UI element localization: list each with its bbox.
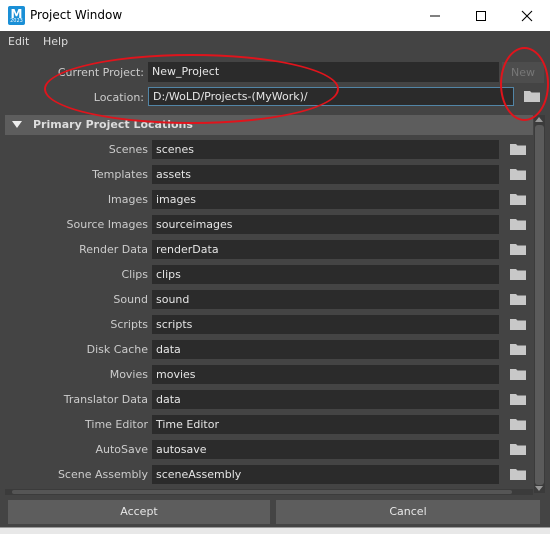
location-path-field[interactable]: Time Editor	[152, 415, 499, 434]
title-bar: M 2023 Project Window	[0, 0, 550, 31]
horizontal-scrollbar-thumb[interactable]	[12, 490, 512, 494]
section-title: Primary Project Locations	[33, 118, 193, 131]
location-path-field[interactable]: images	[152, 190, 499, 209]
current-project-label: Current Project:	[57, 66, 144, 79]
collapse-triangle-icon[interactable]	[12, 121, 22, 128]
location-label: Scene Assembly	[57, 468, 148, 481]
scroll-up-arrow-icon[interactable]	[535, 117, 543, 122]
scroll-down-arrow-icon[interactable]	[535, 486, 543, 491]
location-path-field[interactable]: sourceimages	[152, 215, 499, 234]
folder-icon[interactable]	[510, 268, 526, 280]
location-label: Movies	[109, 368, 148, 381]
location-path-field[interactable]: scripts	[152, 315, 499, 334]
location-path-field[interactable]: data	[152, 340, 499, 359]
location-label: Source Images	[66, 218, 148, 231]
location-label: Disk Cache	[86, 343, 148, 356]
app-icon-version: 2023	[10, 18, 23, 24]
location-path-field[interactable]: autosave	[152, 440, 499, 459]
folder-icon[interactable]	[510, 318, 526, 330]
maximize-icon	[476, 10, 486, 21]
location-label: Scripts	[110, 318, 148, 331]
location-label: AutoSave	[95, 443, 148, 456]
location-label: Render Data	[79, 243, 148, 256]
folder-icon[interactable]	[510, 143, 526, 155]
menu-edit[interactable]: Edit	[8, 35, 29, 48]
folder-icon[interactable]	[510, 343, 526, 355]
location-path-field[interactable]: assets	[152, 165, 499, 184]
location-path-field[interactable]: scenes	[152, 140, 499, 159]
window-title: Project Window	[30, 8, 123, 22]
annotation-ellipse-new	[500, 47, 549, 121]
folder-icon[interactable]	[510, 468, 526, 480]
close-button[interactable]	[504, 0, 550, 31]
maya-app-icon: M 2023	[8, 6, 25, 25]
location-path-field[interactable]: movies	[152, 365, 499, 384]
footer-divider	[0, 527, 550, 528]
close-icon	[521, 10, 533, 21]
location-label: Images	[107, 193, 148, 206]
location-label: Clips	[121, 268, 148, 281]
folder-icon[interactable]	[510, 193, 526, 205]
folder-icon[interactable]	[510, 168, 526, 180]
current-project-field[interactable]: New_Project	[148, 62, 499, 82]
menu-help[interactable]: Help	[43, 35, 68, 48]
location-field[interactable]: D:/WoLD/Projects-(MyWork)/	[148, 87, 514, 106]
accept-button[interactable]: Accept	[8, 500, 270, 524]
location-label: Templates	[92, 168, 148, 181]
primary-locations-header[interactable]: Primary Project Locations	[5, 115, 533, 135]
location-label: Location:	[93, 91, 144, 104]
location-label: Scenes	[108, 143, 148, 156]
background-window-strip	[0, 527, 550, 534]
location-label: Translator Data	[63, 393, 148, 406]
location-label: Time Editor	[85, 418, 148, 431]
folder-icon[interactable]	[510, 368, 526, 380]
folder-icon[interactable]	[510, 393, 526, 405]
location-path-field[interactable]: data	[152, 390, 499, 409]
folder-icon[interactable]	[510, 418, 526, 430]
folder-icon[interactable]	[510, 293, 526, 305]
location-path-field[interactable]: sound	[152, 290, 499, 309]
folder-icon[interactable]	[510, 443, 526, 455]
cancel-button[interactable]: Cancel	[276, 500, 540, 524]
location-path-field[interactable]: renderData	[152, 240, 499, 259]
location-path-field[interactable]: clips	[152, 265, 499, 284]
minimize-button[interactable]	[412, 0, 458, 31]
location-path-field[interactable]: sceneAssembly	[152, 465, 499, 484]
location-label: Sound	[113, 293, 148, 306]
scrollbar-thumb[interactable]	[535, 125, 544, 485]
minimize-icon	[430, 15, 440, 16]
folder-icon[interactable]	[510, 243, 526, 255]
maximize-button[interactable]	[458, 0, 504, 31]
folder-icon[interactable]	[510, 218, 526, 230]
new-project-button[interactable]: New	[502, 62, 544, 83]
menu-bar: Edit Help	[0, 31, 550, 52]
folder-icon[interactable]	[524, 90, 540, 102]
